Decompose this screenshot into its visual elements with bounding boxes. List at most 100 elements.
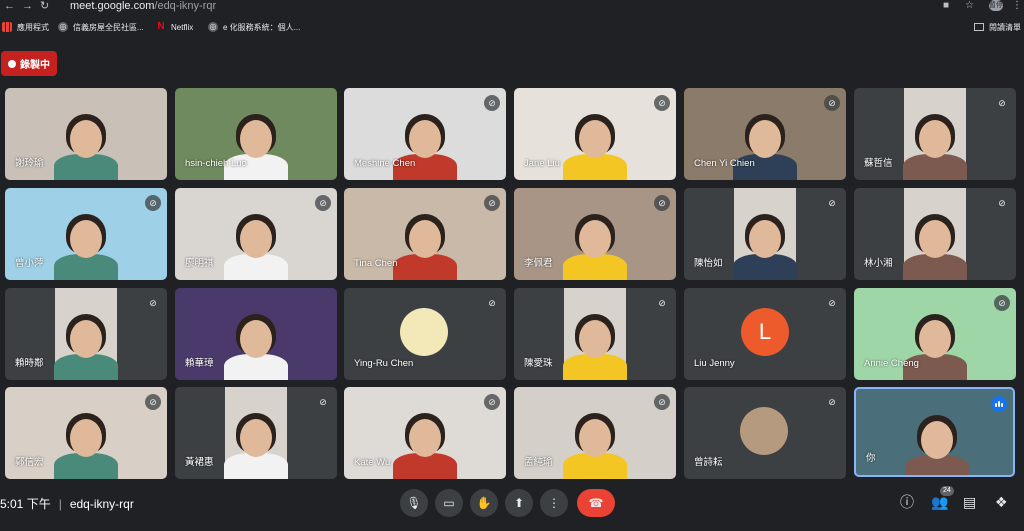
profile-avatar[interactable]: 暫停 bbox=[989, 0, 1003, 11]
person-face bbox=[240, 120, 272, 158]
chat-icon[interactable]: ▤ bbox=[963, 494, 976, 510]
participant-tile[interactable]: hsin-chieh Luo bbox=[175, 88, 337, 180]
mic-off-icon: ⊘ bbox=[654, 394, 670, 410]
participant-tile[interactable]: ⊘ 陳愛珠 bbox=[514, 288, 676, 380]
participant-tile[interactable]: ⊘ 林小湘 bbox=[854, 188, 1016, 280]
participant-tile[interactable]: ⊘ 陳怡如 bbox=[684, 188, 846, 280]
participant-name: 黃裙惠 bbox=[185, 457, 214, 468]
participant-tile[interactable]: ⊘ Tina Chen bbox=[344, 188, 506, 280]
participant-name: 你 bbox=[866, 453, 876, 464]
profile-avatar bbox=[740, 407, 788, 455]
bookmarks-bar: 應用程式 ◎ 信義房屋全民社區... N Netflix ◎ e 化服務系統：個人..… bbox=[0, 18, 1024, 36]
person-face bbox=[921, 421, 953, 459]
participant-tile[interactable]: ⊘ Kate Wu bbox=[344, 387, 506, 479]
participant-tile[interactable]: ⊘ 孟純瑜 bbox=[514, 387, 676, 479]
activities-icon[interactable]: ❖ bbox=[995, 494, 1008, 510]
mic-off-icon: ⊘ bbox=[484, 394, 500, 410]
mic-off-icon: ⊘ bbox=[145, 295, 161, 311]
participant-tile[interactable]: ⊘ 鄭信宏 bbox=[5, 387, 167, 479]
participant-tile[interactable]: 你 bbox=[854, 387, 1015, 477]
divider: | bbox=[58, 497, 62, 511]
recording-badge[interactable]: 錄製中 bbox=[1, 51, 57, 76]
forward-icon[interactable]: → bbox=[22, 0, 33, 12]
bookmark-label: Netflix bbox=[171, 22, 194, 32]
participant-tile[interactable]: ⊘ Ying-Ru Chen bbox=[344, 288, 506, 380]
participant-name: 鄭信宏 bbox=[15, 457, 44, 468]
bookmark-apps[interactable]: 應用程式 bbox=[2, 18, 49, 36]
person-face bbox=[70, 320, 102, 358]
address-bar[interactable]: meet.google.com/edq-ikny-rqr bbox=[70, 0, 216, 12]
camera-button[interactable]: ▭ bbox=[435, 489, 463, 517]
person-video bbox=[563, 288, 627, 380]
participant-tile[interactable]: ⊘ Jane Liu bbox=[514, 88, 676, 180]
end-call-icon: ☎ bbox=[588, 496, 604, 510]
participant-tile[interactable]: ⊘ 曾小萍 bbox=[5, 188, 167, 280]
recording-label: 錄製中 bbox=[20, 60, 50, 71]
mic-off-icon: ⊘ bbox=[654, 95, 670, 111]
participant-tile[interactable]: ⊘ 蘇哲信 bbox=[854, 88, 1016, 180]
mic-off-icon: ⊘ bbox=[994, 95, 1010, 111]
participant-tile[interactable]: ⊘ 李佩君 bbox=[514, 188, 676, 280]
letter-avatar: L bbox=[741, 308, 789, 356]
participant-tile[interactable]: ⊘ 黃裙惠 bbox=[175, 387, 337, 479]
participant-name: 陳愛珠 bbox=[524, 358, 553, 369]
mic-off-icon: ⊘ bbox=[824, 394, 840, 410]
end-call-button[interactable]: ☎ bbox=[577, 489, 615, 517]
mic-button[interactable]: 🎙 bbox=[400, 489, 428, 517]
participant-name: 賴華璋 bbox=[185, 358, 214, 369]
participant-tile[interactable]: ⊘ 賴時鄰 bbox=[5, 288, 167, 380]
person-face bbox=[409, 419, 441, 457]
person-face bbox=[70, 419, 102, 457]
participant-name: Liu Jenny bbox=[694, 358, 735, 369]
raise-hand-button[interactable]: ✋ bbox=[470, 489, 498, 517]
participant-name: Tina Chen bbox=[354, 258, 398, 269]
participant-tile[interactable]: ⊘ 廖明祺 bbox=[175, 188, 337, 280]
person-face bbox=[240, 320, 272, 358]
info-icon[interactable]: ⓘ bbox=[900, 494, 914, 510]
netflix-icon: N bbox=[157, 21, 165, 32]
participant-name: 蘇哲信 bbox=[864, 158, 893, 169]
bookmark-e-service[interactable]: ◎ e 化服務系統：個人... bbox=[208, 18, 300, 36]
participant-tile[interactable]: ⊘ 曾詩耘 bbox=[684, 387, 846, 479]
bookmark-netflix[interactable]: N Netflix bbox=[156, 18, 193, 36]
reading-list[interactable]: 閱讀清單 bbox=[974, 18, 1021, 36]
mic-off-icon: ⊘ bbox=[824, 95, 840, 111]
participant-name: 曾詩耘 bbox=[694, 457, 723, 468]
star-icon[interactable]: ☆ bbox=[965, 0, 974, 12]
mic-off-icon: ⊘ bbox=[145, 394, 161, 410]
participant-tile[interactable]: 賴華璋 bbox=[175, 288, 337, 380]
mic-off-icon: ⊘ bbox=[824, 295, 840, 311]
globe-icon: ◎ bbox=[208, 22, 218, 32]
mic-off-icon: ⊘ bbox=[994, 295, 1010, 311]
participant-name: Jane Liu bbox=[524, 158, 560, 169]
profile-avatar bbox=[400, 308, 448, 356]
participant-tile[interactable]: ⊘ Meshine Chen bbox=[344, 88, 506, 180]
participant-name: 孟純瑜 bbox=[524, 457, 553, 468]
more-options-button[interactable]: ⋮ bbox=[540, 489, 568, 517]
reading-list-label: 閱讀清單 bbox=[989, 22, 1021, 32]
mic-off-icon: ⊘ bbox=[315, 195, 331, 211]
url-path: /edq-ikny-rqr bbox=[154, 0, 217, 12]
participant-name: 陳怡如 bbox=[694, 258, 723, 269]
participant-name: 謝玲瑜 bbox=[15, 158, 44, 169]
mic-off-icon: ⊘ bbox=[315, 394, 331, 410]
reading-list-icon bbox=[974, 23, 984, 31]
participant-name: Kate Wu bbox=[354, 457, 391, 468]
present-button[interactable]: ⬆ bbox=[505, 489, 533, 517]
back-icon[interactable]: ← bbox=[4, 0, 15, 12]
person-video bbox=[903, 88, 967, 180]
menu-icon[interactable]: ⋮ bbox=[1012, 0, 1022, 12]
participant-tile[interactable]: ⊘ Chen Yi Chien bbox=[684, 88, 846, 180]
participant-tile[interactable]: ⊘ Annie Cheng bbox=[854, 288, 1016, 380]
bookmark-sinyi[interactable]: ◎ 信義房屋全民社區... bbox=[58, 18, 144, 36]
meeting-toolbar: 5:01 下午 | edq-ikny-rqr 🎙 ▭ ✋ ⬆ ⋮ ☎ ⓘ 👥 24 … bbox=[0, 483, 1024, 523]
people-icon[interactable]: 👥 bbox=[931, 494, 948, 510]
camera-indicator-icon[interactable]: ■ bbox=[943, 0, 949, 12]
participant-name: 曾小萍 bbox=[15, 258, 44, 269]
person-video bbox=[733, 188, 797, 280]
participant-count-badge: 24 bbox=[940, 486, 954, 496]
participant-tile[interactable]: 謝玲瑜 bbox=[5, 88, 167, 180]
speaking-indicator-icon bbox=[991, 396, 1007, 412]
reload-icon[interactable]: ↻ bbox=[40, 0, 49, 12]
participant-tile[interactable]: L ⊘ Liu Jenny bbox=[684, 288, 846, 380]
